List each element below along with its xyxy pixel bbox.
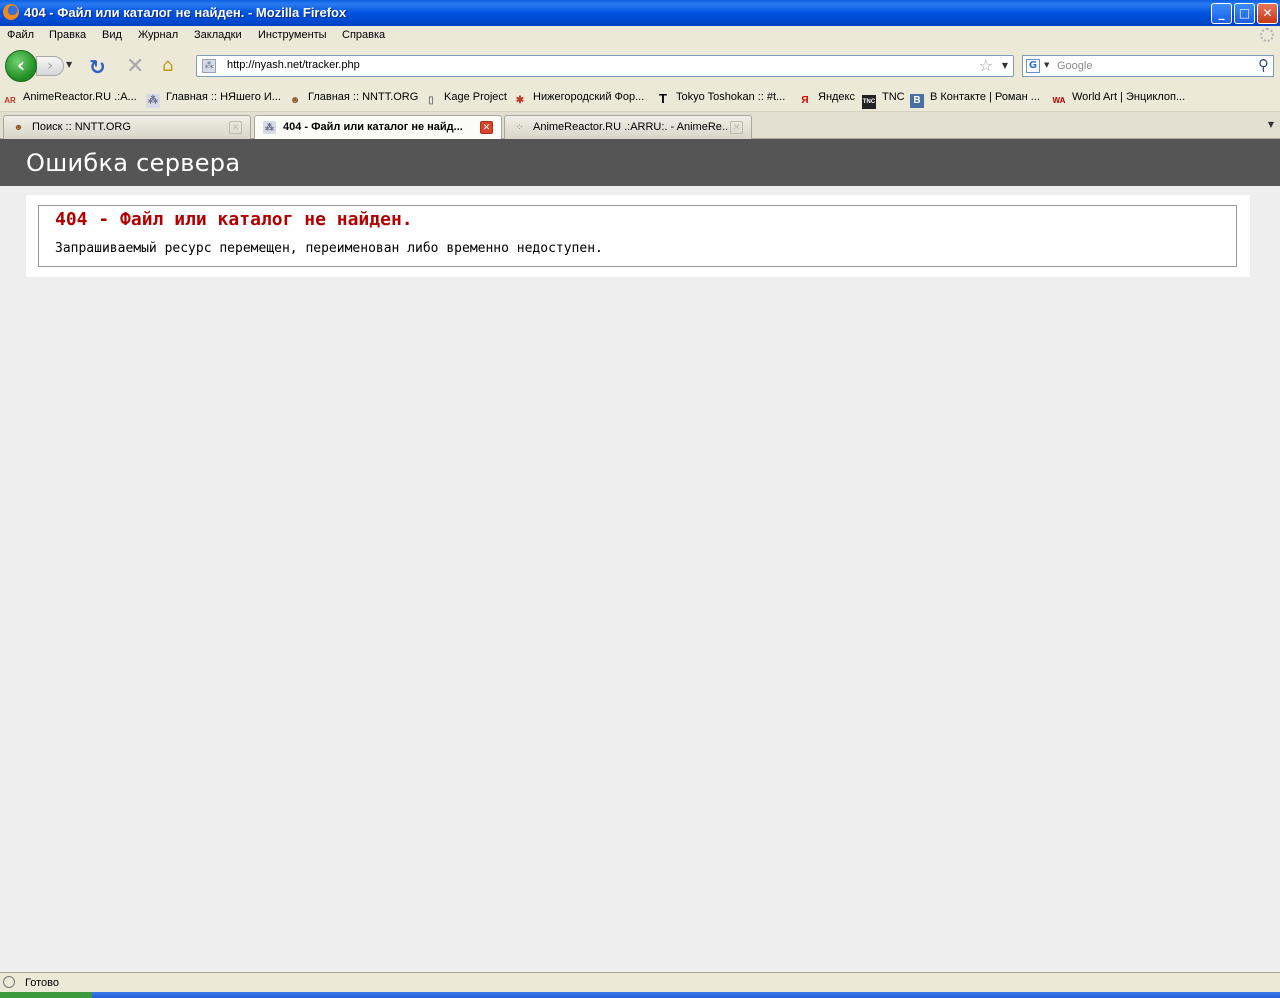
menu-bookmarks[interactable]: Закладки: [194, 29, 242, 41]
close-window-button[interactable]: ✕: [1257, 3, 1278, 24]
page-icon: ▯: [428, 95, 434, 106]
tab-animereactor[interactable]: ⁘ AnimeReactor.RU .:ARRU:. - AnimeRe... …: [504, 115, 752, 139]
error-message: Запрашиваемый ресурс перемещен, переимен…: [55, 241, 603, 256]
tab-label: 404 - Файл или каталог не найд...: [283, 121, 463, 133]
tab-label: AnimeReactor.RU .:ARRU:. - AnimeRe...: [533, 121, 728, 133]
tab-label: Поиск :: NNTT.ORG: [32, 121, 131, 133]
bookmark-world-art[interactable]: WA World Art | Энциклоп...: [1052, 91, 1186, 108]
bookmark-nntt[interactable]: ☻ Главная :: NNTT.ORG: [288, 91, 419, 108]
bookmark-vkontakte[interactable]: B В Контакте | Роман ...: [910, 91, 1040, 108]
windows-taskbar: [0, 992, 1280, 998]
bookmark-label: AnimeReactor.RU .:A...: [23, 91, 137, 103]
vkontakte-icon: B: [910, 94, 924, 108]
status-icon: [3, 976, 15, 988]
animereactor-icon: AR: [4, 96, 16, 105]
start-button[interactable]: [0, 992, 92, 998]
search-engine-icon[interactable]: G: [1026, 59, 1040, 73]
search-engine-dropdown-icon[interactable]: ▼: [1044, 61, 1049, 69]
home-icon[interactable]: ⌂: [162, 55, 173, 76]
site-icon: ⁂: [146, 94, 160, 108]
tab-list-dropdown-icon[interactable]: ▼: [1268, 120, 1274, 129]
bookmark-label: Нижегородский Фор...: [533, 91, 645, 103]
status-text: Готово: [25, 977, 59, 989]
forum-icon: ✱: [515, 95, 525, 106]
menu-edit[interactable]: Правка: [49, 29, 86, 41]
tab-bar: ☻ Поиск :: NNTT.ORG ✕ ⁂ 404 - Файл или к…: [0, 112, 1280, 140]
menu-help[interactable]: Справка: [342, 29, 385, 41]
close-tab-icon[interactable]: ✕: [480, 121, 493, 134]
minimize-button[interactable]: _: [1211, 3, 1232, 24]
url-bar[interactable]: ⁂ http://nyash.net/tracker.php ☆ ▼: [196, 55, 1014, 77]
bookmark-animereactor[interactable]: AR AnimeReactor.RU .:A...: [3, 91, 137, 108]
site-identity-icon[interactable]: ⁂: [202, 59, 216, 73]
page-title: Ошибка сервера: [26, 149, 241, 177]
bookmark-kage-project[interactable]: ▯ Kage Project: [424, 91, 507, 108]
bookmark-label: Главная :: НЯшего И...: [166, 91, 281, 103]
search-icon[interactable]: ⚲: [1258, 56, 1269, 74]
tab-404-error[interactable]: ⁂ 404 - Файл или каталог не найд... ✕: [254, 115, 502, 140]
forward-button[interactable]: ›: [36, 56, 64, 76]
bookmark-label: World Art | Энциклоп...: [1072, 91, 1186, 103]
bookmark-nyashego[interactable]: ⁂ Главная :: НЯшего И...: [146, 91, 281, 108]
bookmark-star-icon[interactable]: ☆: [979, 56, 993, 75]
activity-throbber-icon: [1260, 28, 1274, 42]
nntt-icon: ☻: [13, 122, 24, 132]
tnc-icon: TNC: [862, 95, 876, 109]
error-title: 404 - Файл или каталог не найден.: [55, 209, 413, 230]
tab-poisk-nntt[interactable]: ☻ Поиск :: NNTT.ORG ✕: [3, 115, 251, 139]
search-bar[interactable]: G ▼ Google ⚲: [1022, 55, 1274, 77]
menu-view[interactable]: Вид: [102, 29, 122, 41]
bookmark-label: TNC: [882, 91, 905, 103]
page-content: Ошибка сервера 404 - Файл или каталог не…: [0, 139, 1280, 972]
bookmark-tokyo-toshokan[interactable]: T Tokyo Toshokan :: #t...: [656, 91, 785, 106]
error-panel: 404 - Файл или каталог не найден. Запраш…: [26, 195, 1250, 277]
history-dropdown-icon[interactable]: ▼: [66, 60, 72, 69]
window-titlebar[interactable]: 404 - Файл или каталог не найден. - Mozi…: [0, 0, 1280, 26]
error-header-bar: Ошибка сервера: [0, 139, 1280, 186]
bookmark-label: Tokyo Toshokan :: #t...: [676, 91, 786, 103]
menu-tools[interactable]: Инструменты: [258, 29, 327, 41]
world-art-icon: WA: [1052, 96, 1066, 105]
stop-icon[interactable]: ✕: [126, 54, 144, 79]
tokyo-toshokan-icon: T: [659, 91, 667, 106]
menu-file[interactable]: Файл: [7, 29, 34, 41]
search-input[interactable]: Google: [1057, 60, 1092, 72]
menu-bar: Файл Правка Вид Журнал Закладки Инструме…: [0, 26, 1280, 46]
url-dropdown-icon[interactable]: ▼: [1002, 61, 1008, 70]
navigation-toolbar: › ‹ ▼ ↻ ✕ ⌂ ⁂ http://nyash.net/tracker.p…: [0, 46, 1280, 86]
bookmark-label: В Контакте | Роман ...: [930, 91, 1040, 103]
loading-spinner-icon: ⁘: [515, 122, 524, 132]
window-title: 404 - Файл или каталог не найден. - Mozi…: [24, 5, 347, 20]
bookmark-yandex[interactable]: Я Яндекс: [798, 91, 855, 108]
close-tab-icon[interactable]: ✕: [730, 121, 743, 134]
firefox-icon[interactable]: [3, 4, 19, 20]
maximize-button[interactable]: □: [1234, 3, 1255, 24]
bookmark-label: Kage Project: [444, 91, 507, 103]
bookmark-label: Главная :: NNTT.ORG: [308, 91, 419, 103]
error-box: 404 - Файл или каталог не найден. Запраш…: [38, 205, 1237, 267]
close-tab-icon[interactable]: ✕: [229, 121, 242, 134]
url-text[interactable]: http://nyash.net/tracker.php: [227, 59, 360, 71]
nntt-icon: ☻: [289, 95, 301, 106]
bookmark-tnc[interactable]: TNC TNC: [862, 91, 905, 109]
bookmarks-toolbar: AR AnimeReactor.RU .:A... ⁂ Главная :: НЯш…: [0, 86, 1280, 112]
status-bar: Готово: [0, 972, 1280, 992]
menu-history[interactable]: Журнал: [138, 29, 178, 41]
bookmark-nizhegorodsky-forum[interactable]: ✱ Нижегородский Фор...: [513, 91, 645, 108]
site-icon: ⁂: [263, 121, 276, 134]
yandex-icon: Я: [801, 95, 809, 106]
bookmark-label: Яндекс: [818, 91, 855, 103]
back-button[interactable]: ‹: [5, 50, 37, 82]
reload-icon[interactable]: ↻: [89, 55, 106, 79]
